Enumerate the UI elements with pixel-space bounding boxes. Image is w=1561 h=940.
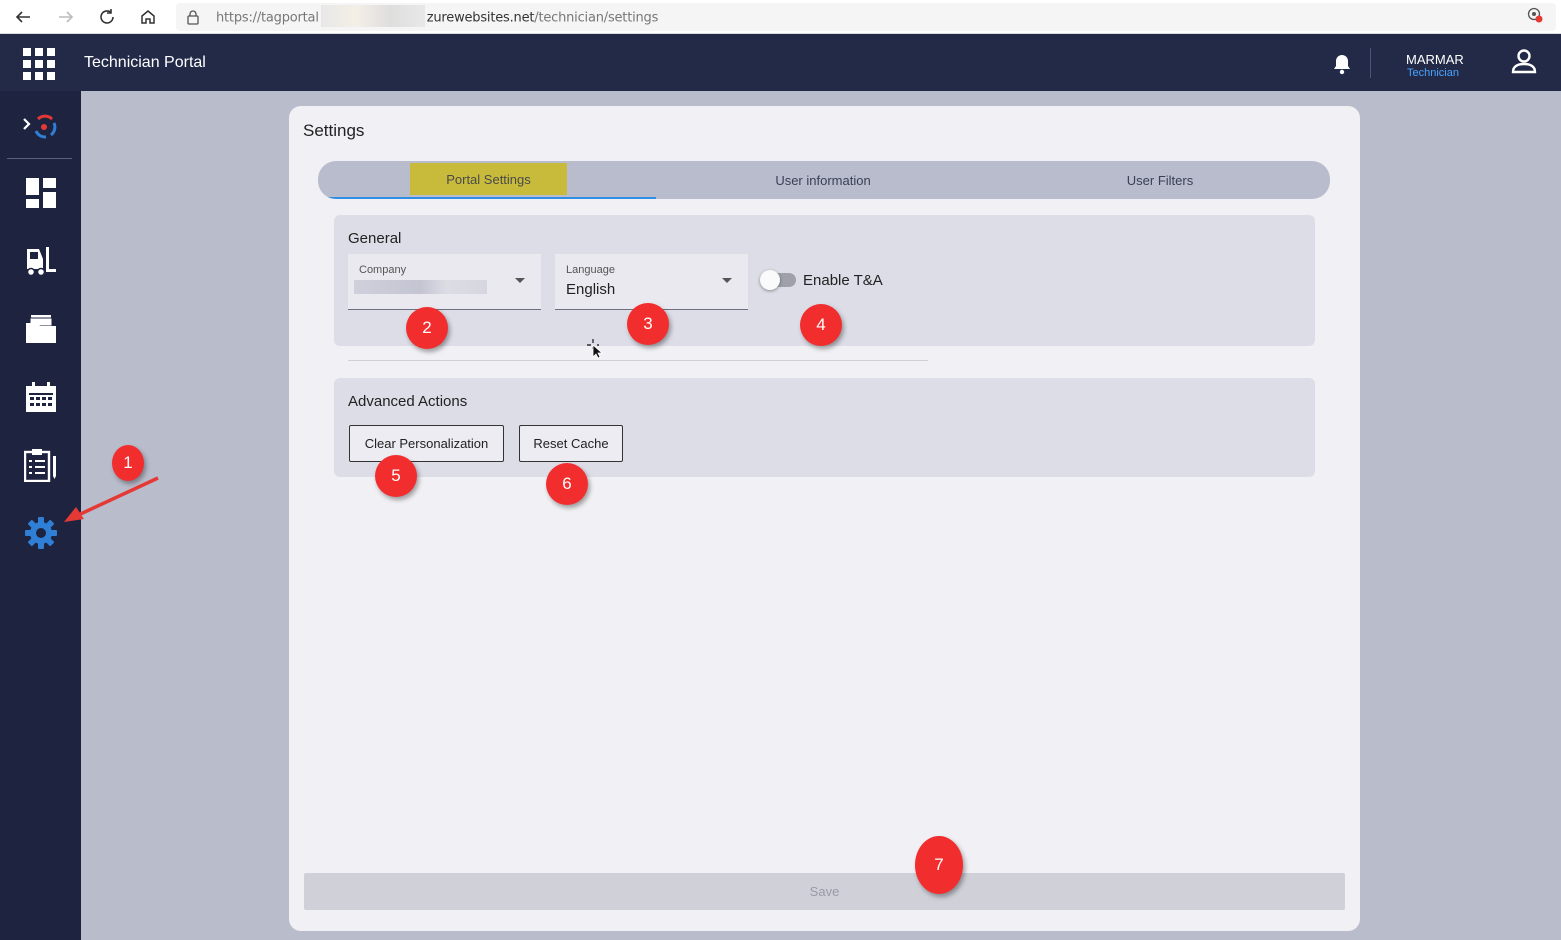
browser-toolbar: https://tagportal zurewebsites.net/techni… <box>0 0 1561 34</box>
company-value-redacted <box>354 280 487 294</box>
lock-icon <box>186 9 200 30</box>
tracking-prevention-icon[interactable] <box>1527 7 1543 28</box>
tab-portal-settings[interactable]: Portal Settings <box>410 163 567 195</box>
user-role: Technician <box>1407 67 1459 79</box>
user-name: MARMAR <box>1406 52 1464 67</box>
forklift-icon <box>26 247 56 277</box>
toggle-knob <box>760 270 780 290</box>
url-redacted <box>320 5 425 27</box>
annotation-marker-5: 5 <box>375 455 417 497</box>
save-button[interactable]: Save <box>304 873 1345 910</box>
settings-tabs: Portal Settings User information User Fi… <box>318 161 1330 199</box>
settings-card: Settings Portal Settings User informatio… <box>289 106 1360 931</box>
logo-icon <box>22 114 56 139</box>
sidebar-item-equipment[interactable] <box>0 236 81 286</box>
clear-personalization-button[interactable]: Clear Personalization <box>349 425 504 462</box>
forward-icon[interactable] <box>54 5 78 29</box>
tab-user-filters[interactable]: User Filters <box>992 161 1328 199</box>
language-value: English <box>566 281 616 298</box>
annotation-marker-4: 4 <box>800 304 842 346</box>
annotation-marker-2: 2 <box>406 307 448 349</box>
active-tab-indicator <box>318 197 656 199</box>
advanced-actions-title: Advanced Actions <box>348 393 468 410</box>
folder-icon <box>25 315 56 343</box>
header-divider <box>1370 48 1371 78</box>
cursor-icon <box>585 337 605 364</box>
enable-ta-toggle[interactable] <box>760 270 796 290</box>
annotation-marker-7: 7 <box>915 836 963 894</box>
app-launcher-icon[interactable] <box>23 48 55 80</box>
dashboard-icon <box>25 178 56 208</box>
annotation-marker-6: 6 <box>546 463 588 505</box>
gear-icon <box>24 517 57 549</box>
sidebar-item-dashboard[interactable] <box>0 168 81 218</box>
user-account-icon[interactable] <box>1510 47 1538 80</box>
language-label: Language <box>566 264 615 276</box>
url-prefix: https://tagportal <box>216 10 319 26</box>
page-title: Settings <box>303 121 365 140</box>
language-select[interactable]: Language English <box>555 254 748 310</box>
sidebar-expand-logo[interactable] <box>0 100 81 150</box>
home-icon[interactable] <box>136 5 160 29</box>
back-icon[interactable] <box>11 5 35 29</box>
url-domain: zurewebsites.net <box>426 10 535 26</box>
annotation-marker-1: 1 <box>112 445 144 481</box>
sidebar-divider <box>7 158 72 159</box>
address-bar[interactable]: https://tagportal zurewebsites.net/techni… <box>176 3 1556 31</box>
chevron-down-icon <box>722 278 732 283</box>
notifications-bell-icon[interactable] <box>1332 53 1352 80</box>
reset-cache-button[interactable]: Reset Cache <box>519 425 623 462</box>
annotation-marker-3: 3 <box>627 303 669 345</box>
app-title: Technician Portal <box>84 54 206 71</box>
general-title: General <box>348 230 402 247</box>
company-select[interactable]: Company <box>348 254 541 310</box>
section-divider <box>348 360 928 361</box>
refresh-icon[interactable] <box>95 5 119 29</box>
calendar-icon <box>25 382 56 412</box>
sidebar-item-documents[interactable] <box>0 304 81 354</box>
chevron-down-icon <box>515 278 525 283</box>
app-header: Technician Portal MARMAR Technician <box>0 34 1561 91</box>
url-path: /technician/settings <box>534 10 659 26</box>
sidebar-item-calendar[interactable] <box>0 372 81 422</box>
enable-ta-label: Enable T&A <box>803 272 883 289</box>
tab-user-information[interactable]: User information <box>656 161 990 199</box>
clipboard-icon <box>23 449 56 482</box>
url-text: https://tagportal zurewebsites.net/techni… <box>216 5 659 27</box>
company-label: Company <box>359 264 407 276</box>
annotation-arrow <box>64 476 159 522</box>
